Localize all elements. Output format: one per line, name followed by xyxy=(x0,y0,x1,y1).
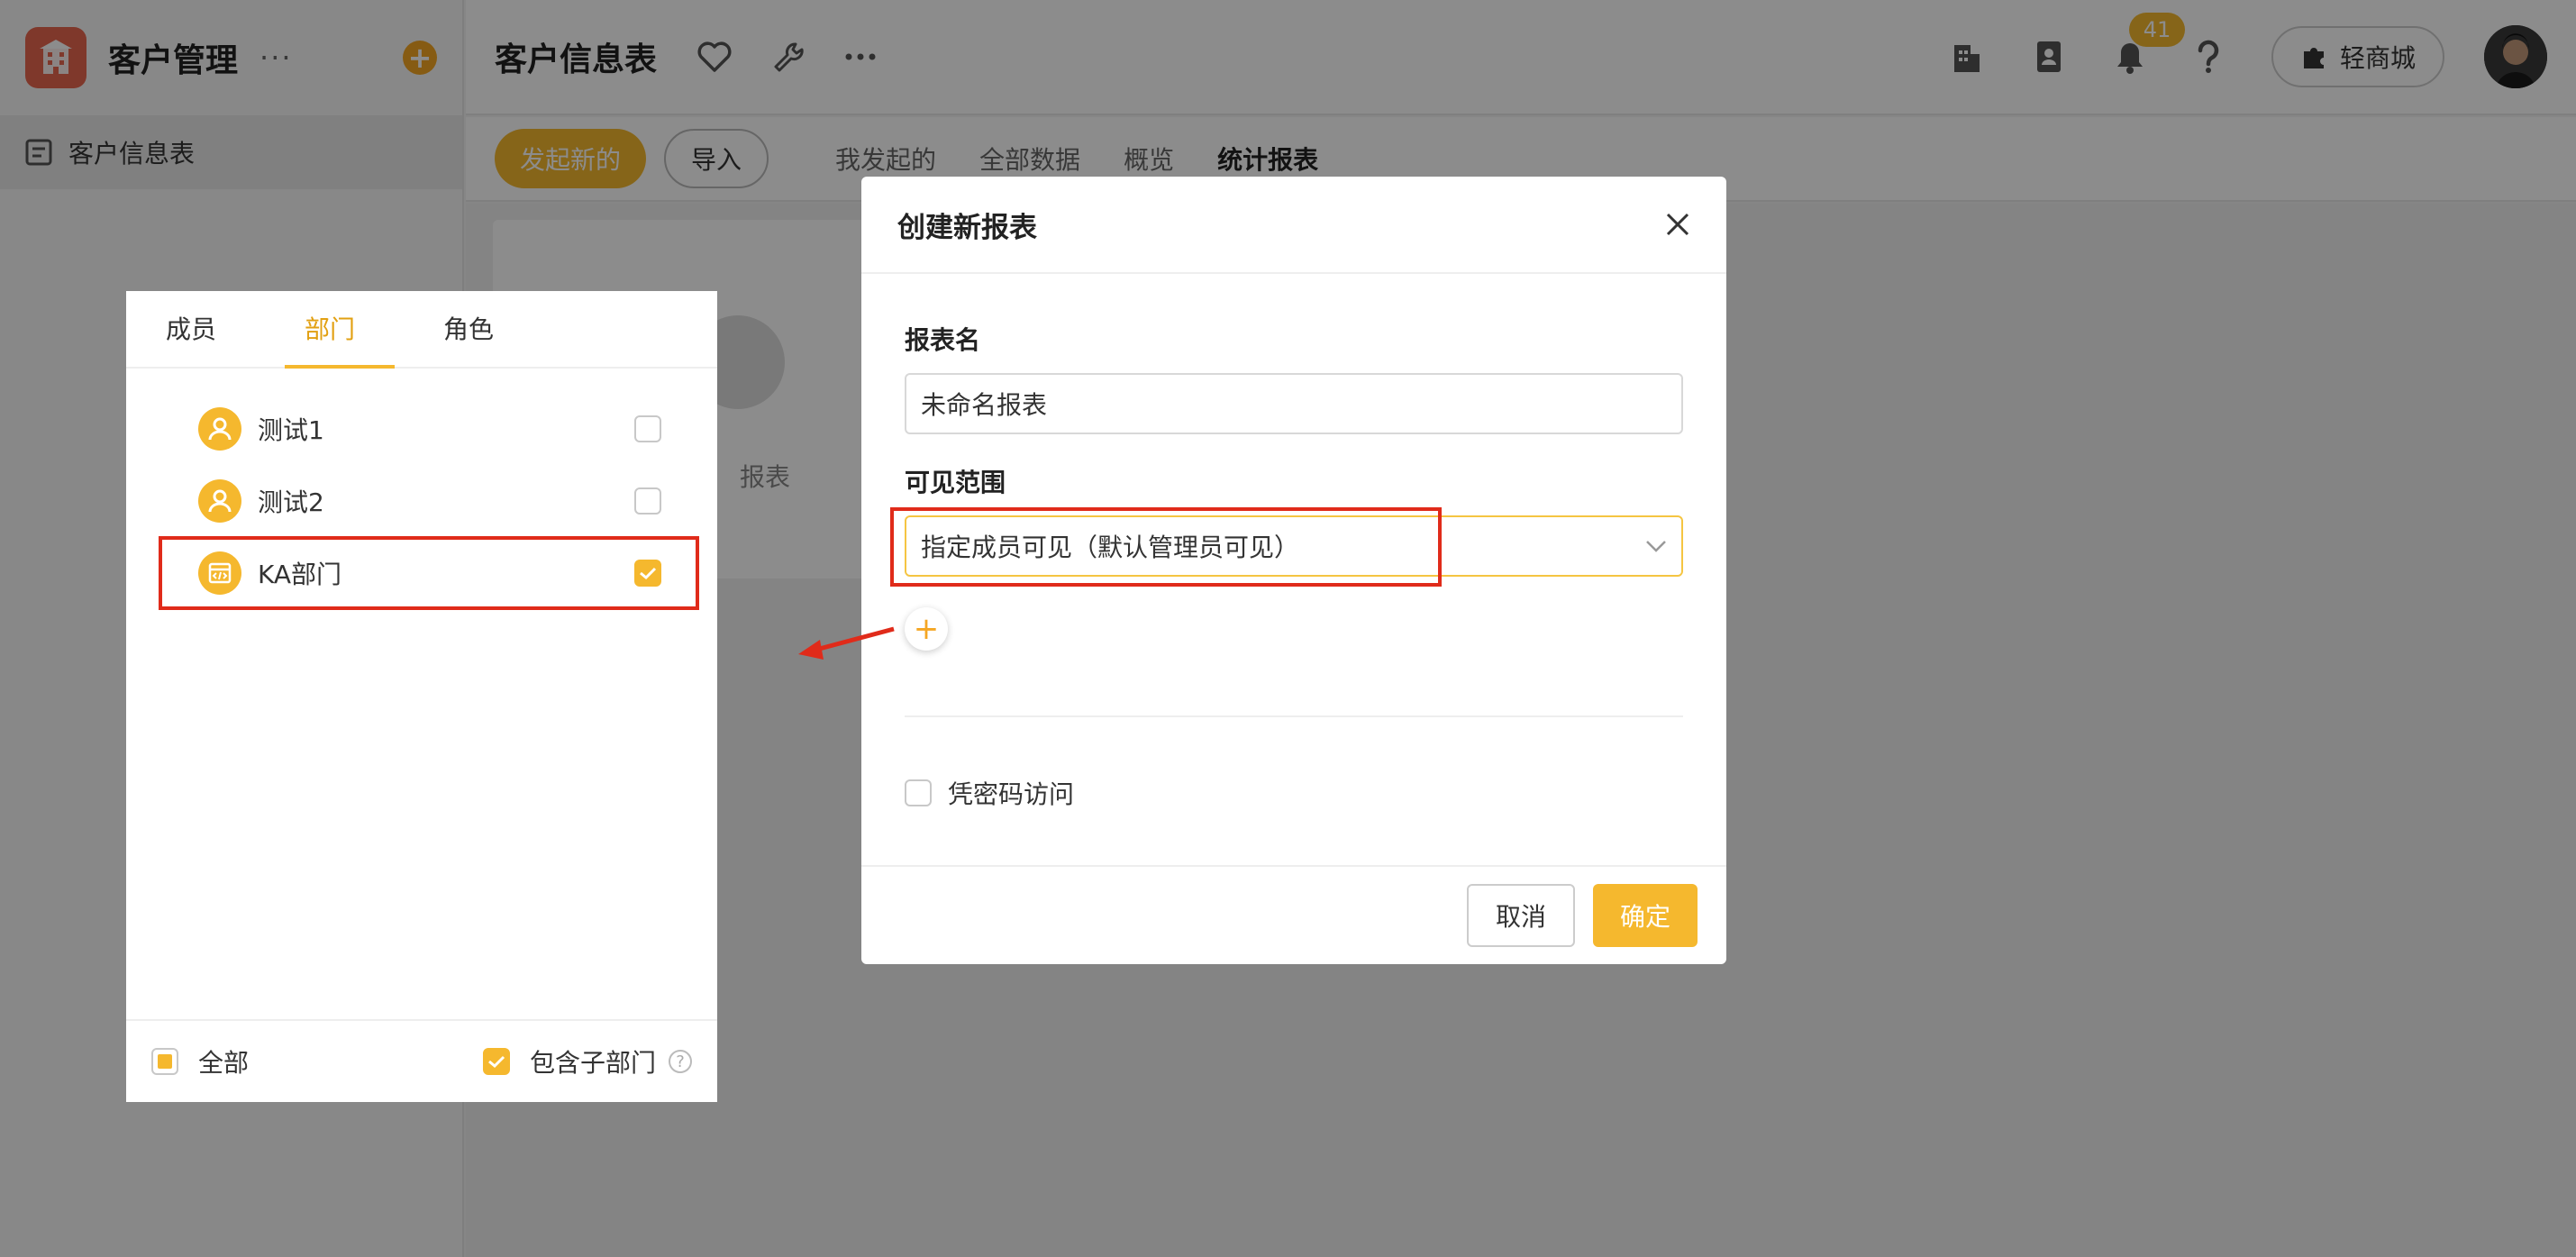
tab-members[interactable]: 成员 xyxy=(166,289,241,367)
cancel-button[interactable]: 取消 xyxy=(1466,884,1575,947)
picker-footer: 全部 包含子部门 ? xyxy=(126,1019,717,1102)
divider xyxy=(905,715,1683,717)
password-access-checkbox[interactable] xyxy=(905,779,932,806)
question-icon[interactable]: ? xyxy=(669,1050,692,1073)
include-sub-group: 包含子部门 ? xyxy=(482,1043,692,1079)
select-all-label: 全部 xyxy=(198,1048,250,1078)
department-name: 测试1 xyxy=(258,415,324,445)
user-icon xyxy=(198,407,241,451)
list-item[interactable]: 测试2 xyxy=(198,473,692,529)
member-picker-panel: 成员 部门 角色 测试1 测试2 KA部门 全部 包含子部门 ? xyxy=(126,291,717,1102)
report-name-label: 报表名 xyxy=(905,325,981,355)
include-sub-departments-label: 包含子部门 xyxy=(529,1048,656,1078)
picker-tabs: 成员 部门 角色 xyxy=(126,291,717,369)
report-name-input[interactable]: 未命名报表 xyxy=(905,373,1683,434)
select-all-checkbox[interactable] xyxy=(151,1048,178,1075)
check-icon xyxy=(488,1055,505,1069)
user-icon xyxy=(198,479,241,523)
list-item[interactable]: 测试1 xyxy=(198,401,692,457)
department-name: 测试2 xyxy=(258,487,324,517)
dialog-title: 创建新报表 xyxy=(897,211,1037,244)
highlight-box-visibility xyxy=(890,507,1442,587)
add-member-button[interactable]: + xyxy=(905,607,948,651)
department-checkbox[interactable] xyxy=(634,415,661,442)
department-checkbox[interactable] xyxy=(634,487,661,515)
visibility-label: 可见范围 xyxy=(905,468,1006,497)
tab-roles[interactable]: 角色 xyxy=(443,289,519,367)
password-access-label: 凭密码访问 xyxy=(948,779,1075,809)
confirm-button[interactable]: 确定 xyxy=(1592,884,1698,947)
close-icon[interactable] xyxy=(1665,212,1690,237)
highlight-box-department xyxy=(159,536,699,610)
annotation-arrow-icon xyxy=(798,626,895,660)
chevron-down-icon xyxy=(1645,540,1667,552)
dialog-header: 创建新报表 xyxy=(861,177,1726,274)
dialog-footer: 取消 确定 xyxy=(861,865,1726,964)
include-sub-departments-checkbox[interactable] xyxy=(482,1048,510,1075)
tab-departments[interactable]: 部门 xyxy=(285,289,396,369)
password-access-row: 凭密码访问 xyxy=(905,775,1074,811)
